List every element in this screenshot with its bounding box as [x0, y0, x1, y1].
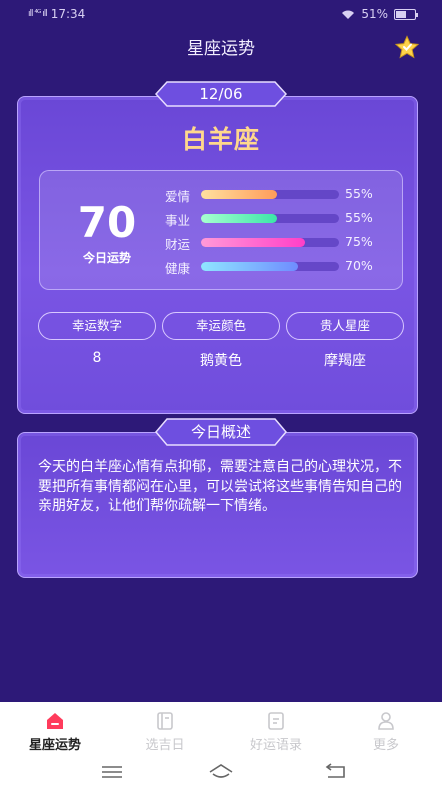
- stat-label: 爱情: [165, 189, 191, 204]
- overview-title: 今日概述: [190, 423, 251, 441]
- stat-row-love: 爱情 55%: [165, 186, 385, 204]
- stat-label: 事业: [165, 213, 191, 228]
- tab-quotes[interactable]: 好运语录: [236, 702, 316, 754]
- back-icon[interactable]: [322, 762, 350, 782]
- system-nav-bar: [0, 754, 442, 792]
- tab-label: 好运语录: [249, 738, 302, 753]
- user-icon: [378, 712, 394, 730]
- stat-track: [201, 214, 339, 223]
- stat-percent: 70%: [345, 258, 373, 273]
- tab-label: 星座运势: [28, 738, 81, 753]
- tab-auspicious-day[interactable]: 选吉日: [125, 702, 205, 754]
- stat-percent: 75%: [345, 234, 373, 249]
- calendar-book-icon: [157, 712, 173, 730]
- note-icon: [268, 712, 284, 730]
- status-left: ıll ⁴ᴳ ıll 17:34: [28, 7, 85, 21]
- date-ribbon: 12/06: [155, 81, 287, 107]
- zodiac-sign-name: 白羊座: [181, 125, 260, 154]
- stat-label: 健康: [165, 261, 191, 276]
- bottom-tab-bar: 星座运势 选吉日 好运语录 更多: [0, 702, 442, 754]
- stat-row-career: 事业 55%: [165, 210, 385, 228]
- stat-row-wealth: 财运 75%: [165, 234, 385, 252]
- status-right: 51%: [341, 7, 418, 21]
- stat-percent: 55%: [345, 186, 373, 201]
- stat-row-health: 健康 70%: [165, 258, 385, 276]
- date-label: 12/06: [199, 85, 243, 103]
- tab-label: 更多: [372, 738, 399, 753]
- lucky-number-value: 8: [92, 350, 102, 366]
- home-nav-icon[interactable]: [207, 762, 235, 782]
- stat-track: [201, 262, 339, 271]
- wifi-icon: [342, 10, 355, 19]
- overall-score: 70: [77, 198, 137, 247]
- tab-more[interactable]: 更多: [346, 702, 426, 754]
- stat-fill-wealth: [201, 238, 305, 247]
- stat-fill-career: [201, 214, 277, 223]
- noble-sign-pill[interactable]: 贵人星座: [286, 312, 404, 340]
- status-bar: ıll ⁴ᴳ ıll 17:34 51%: [0, 0, 442, 28]
- overview-text: 今天的白羊座心情有点抑郁，需要注意自己的心理状况，不要把所有事情都闷在心里，可以…: [38, 459, 402, 514]
- noble-sign-value: 摩羯座: [324, 353, 366, 369]
- overview-ribbon: 今日概述: [155, 418, 287, 446]
- status-time: 17:34: [50, 7, 86, 21]
- signal-icon: ıll ⁴ᴳ ıll: [28, 9, 48, 19]
- favorite-star-button[interactable]: [394, 35, 420, 59]
- stat-track: [201, 190, 339, 199]
- tab-horoscope[interactable]: 星座运势: [15, 702, 95, 754]
- stat-percent: 55%: [345, 210, 373, 225]
- page-title: 星座运势: [187, 39, 255, 59]
- stat-label: 财运: [165, 237, 191, 252]
- stat-track: [201, 238, 339, 247]
- lucky-number-pill[interactable]: 幸运数字: [38, 312, 156, 340]
- stat-fill-health: [201, 262, 298, 271]
- menu-icon[interactable]: [98, 762, 126, 782]
- overall-score-label: 今日运势: [82, 251, 131, 265]
- lucky-color-pill[interactable]: 幸运颜色: [162, 312, 280, 340]
- stat-fill-love: [201, 190, 277, 199]
- battery-percent: 51%: [361, 7, 388, 21]
- battery-icon: [394, 8, 418, 20]
- lucky-color-value: 鹅黄色: [200, 353, 242, 369]
- star-icon: [394, 35, 420, 59]
- home-icon: [47, 713, 63, 729]
- tab-label: 选吉日: [145, 738, 185, 753]
